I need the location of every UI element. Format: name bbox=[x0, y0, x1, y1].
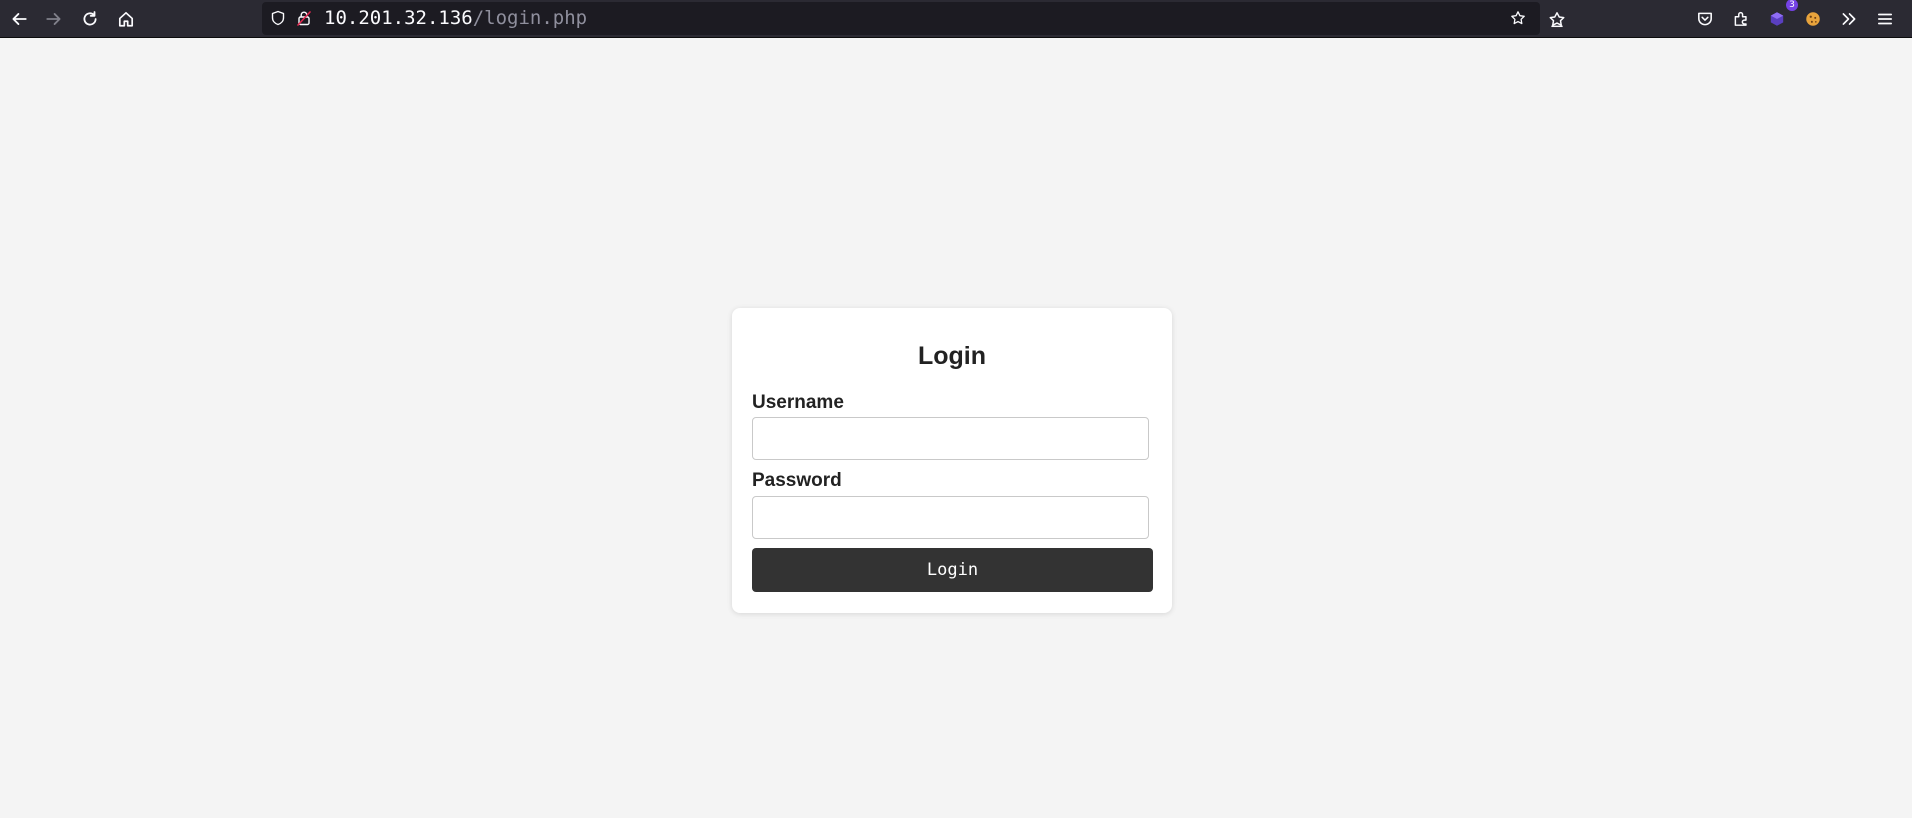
reload-icon bbox=[83, 11, 97, 26]
pocket-icon bbox=[1698, 12, 1712, 26]
forward-button[interactable] bbox=[38, 3, 70, 35]
login-title: Login bbox=[917, 342, 987, 370]
bookmark-star-icon[interactable] bbox=[1510, 10, 1526, 26]
hamburger-menu-icon bbox=[1877, 13, 1893, 25]
back-button[interactable] bbox=[3, 3, 35, 35]
extensions-icon bbox=[1734, 11, 1747, 26]
app-menu-button[interactable] bbox=[1869, 3, 1901, 35]
username-label: Username bbox=[752, 392, 844, 413]
home-button[interactable] bbox=[110, 3, 142, 35]
username-input[interactable] bbox=[752, 417, 1149, 460]
extension-icon bbox=[1770, 12, 1784, 26]
login-button[interactable]: Login bbox=[752, 548, 1153, 592]
url-path: /login.php bbox=[472, 7, 588, 29]
password-input[interactable] bbox=[752, 496, 1149, 539]
extension-button[interactable]: 3 bbox=[1761, 0, 1798, 35]
tracking-protection-shield-icon[interactable] bbox=[270, 10, 286, 26]
url-bar[interactable]: 10.201.32.136/login.php bbox=[262, 2, 1540, 35]
url-text[interactable]: 10.201.32.136/login.php bbox=[324, 8, 587, 29]
pocket-button[interactable] bbox=[1689, 3, 1721, 35]
overflow-menu-icon bbox=[1842, 13, 1856, 25]
extensions-button[interactable] bbox=[1725, 3, 1757, 35]
browser-toolbar: 10.201.32.136/login.php 3 bbox=[0, 0, 1912, 38]
tray-icon bbox=[1549, 12, 1565, 28]
reload-button[interactable] bbox=[74, 3, 106, 35]
password-label: Password bbox=[752, 470, 842, 491]
save-to-pocket-tray-button[interactable] bbox=[1541, 3, 1573, 35]
login-card: Login Username Password Login bbox=[732, 308, 1172, 613]
back-arrow-icon bbox=[12, 13, 27, 25]
cookie-icon bbox=[1806, 12, 1820, 26]
home-icon bbox=[118, 11, 134, 27]
url-host: 10.201.32.136 bbox=[324, 7, 473, 29]
cookie-extension-button[interactable] bbox=[1797, 3, 1829, 35]
forward-arrow-icon bbox=[46, 13, 61, 25]
insecure-lock-icon[interactable] bbox=[296, 10, 312, 26]
overflow-menu-button[interactable] bbox=[1833, 3, 1865, 35]
